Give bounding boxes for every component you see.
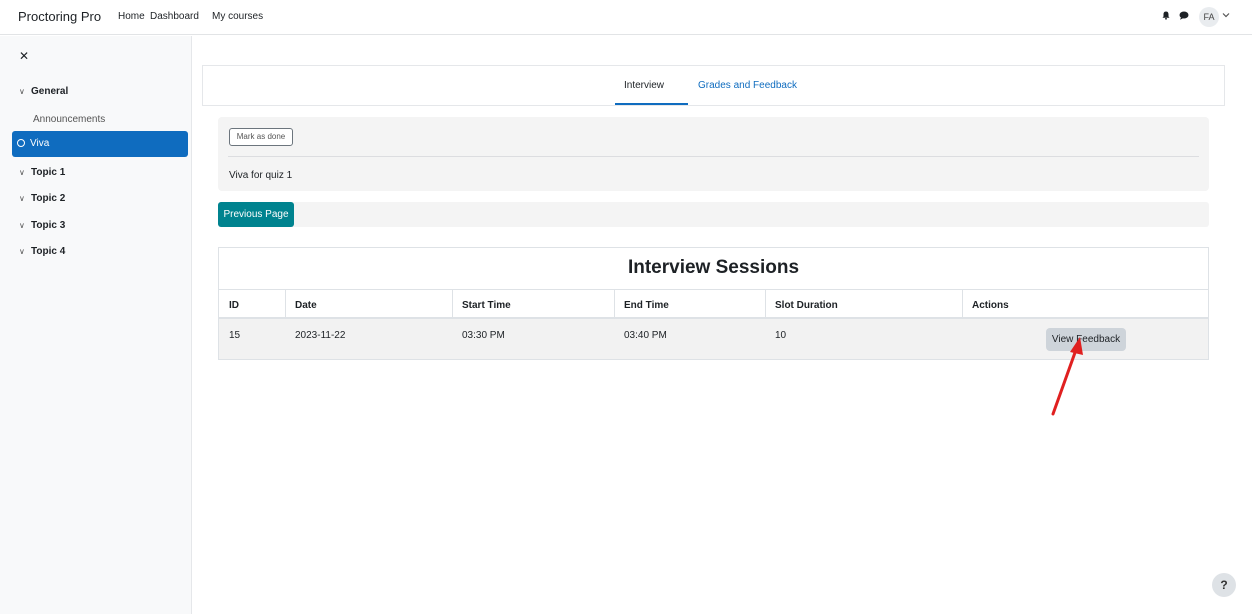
cell-slot-duration: 10 (775, 330, 787, 341)
section-general[interactable]: ∨ General (19, 86, 68, 97)
activity-header: Mark as done Viva for quiz 1 (218, 117, 1209, 191)
table-title: Interview Sessions (627, 257, 800, 278)
activity-viva-active[interactable]: Viva (12, 131, 188, 157)
section-topic-4[interactable]: ∨ Topic 4 (19, 246, 65, 257)
user-avatar[interactable]: FA (1199, 7, 1219, 27)
divider (228, 156, 1199, 157)
course-index-drawer: ✕ ∨ General Announcements Viva ∨ Topic 1 ∨… (0, 36, 192, 614)
header-actions: Actions (972, 300, 1009, 311)
mark-as-done-button[interactable]: Mark as done (229, 128, 293, 146)
section-label: General (31, 86, 69, 97)
header-slot-duration: Slot Duration (775, 300, 838, 311)
section-topic-2[interactable]: ∨ Topic 2 (19, 193, 65, 204)
activity-tabs: Interview Grades and Feedback (202, 65, 1225, 106)
section-label: Topic 2 (31, 193, 66, 204)
notification-bell-icon[interactable] (1162, 11, 1170, 20)
section-label: Topic 1 (31, 167, 66, 178)
section-topic-3[interactable]: ∨ Topic 3 (19, 220, 65, 231)
cell-end-time: 03:40 PM (624, 330, 667, 341)
completion-circle-icon (17, 139, 25, 147)
header-start-time: Start Time (462, 300, 511, 311)
site-brand[interactable]: Proctoring Pro (18, 9, 101, 24)
close-icon[interactable]: ✕ (19, 49, 29, 63)
previous-page-button[interactable]: Previous Page (218, 202, 294, 227)
tab-interview[interactable]: Interview (624, 80, 664, 91)
navigation-bar: Previous Page (218, 202, 1209, 227)
activity-description: Viva for quiz 1 (229, 170, 293, 181)
help-button[interactable]: ? (1212, 573, 1236, 597)
nav-my-courses[interactable]: My courses (212, 11, 263, 22)
red-arrow-annotation (1051, 337, 1083, 416)
active-tab-indicator (615, 103, 688, 105)
header-date: Date (295, 300, 317, 311)
section-label: Topic 4 (31, 246, 66, 257)
chevron-down-icon[interactable]: ∨ (19, 221, 28, 230)
chevron-down-icon[interactable]: ∨ (19, 194, 28, 203)
activity-label: Viva (30, 138, 50, 149)
cell-date: 2023-11-22 (295, 330, 346, 341)
chevron-down-icon[interactable] (1222, 11, 1230, 19)
chevron-down-icon[interactable]: ∨ (19, 87, 28, 96)
chevron-down-icon[interactable]: ∨ (19, 168, 28, 177)
nav-dashboard[interactable]: Dashboard (150, 11, 199, 22)
cell-id: 15 (229, 330, 241, 341)
tab-grades-feedback[interactable]: Grades and Feedback (698, 80, 797, 91)
header-id: ID (229, 300, 239, 311)
top-navbar: Proctoring Pro Home Dashboard My courses… (0, 0, 1252, 35)
header-end-time: End Time (624, 300, 669, 311)
section-label: Topic 3 (31, 220, 66, 231)
activity-announcements[interactable]: Announcements (33, 114, 105, 125)
section-topic-1[interactable]: ∨ Topic 1 (19, 167, 65, 178)
nav-home[interactable]: Home (118, 11, 145, 22)
table-header-row: ID Date Start Time End Time Slot Duratio… (219, 289, 1208, 319)
chevron-down-icon[interactable]: ∨ (19, 247, 28, 256)
messages-icon[interactable] (1179, 11, 1189, 20)
cell-start-time: 03:30 PM (462, 330, 505, 341)
